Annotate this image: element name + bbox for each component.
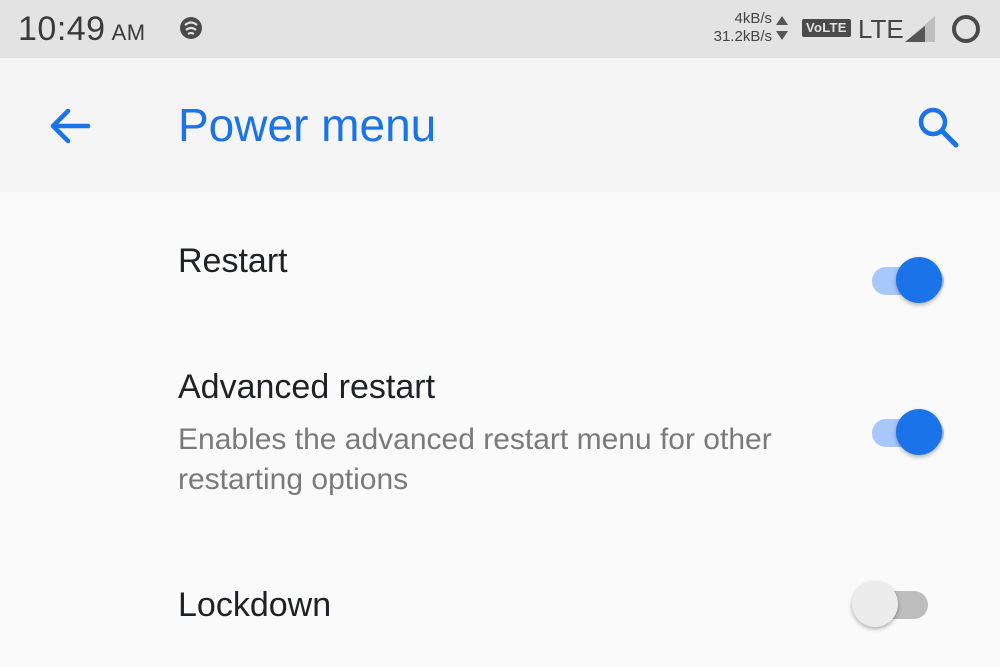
setting-advanced-restart[interactable]: Advanced restart Enables the advanced re… [0,352,1000,512]
toggle-thumb [896,257,942,303]
setting-summary: Enables the advanced restart menu for ot… [178,423,772,496]
setting-title: Lockdown [178,586,332,624]
arrow-back-icon[interactable] [44,102,96,150]
status-time-ampm: AM [111,20,146,45]
advanced-restart-toggle[interactable] [868,407,948,457]
data-activity-icon [776,16,788,40]
setting-title: Advanced restart [178,368,436,406]
status-time-value: 10:49 [18,10,106,48]
app-bar: Power menu [0,58,1000,192]
battery-icon [952,15,980,43]
search-icon[interactable] [912,102,964,152]
status-bar: 10:49 AM 4kB/s 31.2kB/s VoLTE LTE [0,0,1000,58]
page-title: Power menu [178,99,437,151]
toggle-thumb [896,409,942,455]
signal-icon [905,16,935,42]
status-clock: 10:49 AM [18,10,146,49]
toggle-thumb [852,581,898,627]
upload-speed: 4kB/s [734,10,772,27]
network-speed: 4kB/s 31.2kB/s [700,10,772,46]
setting-title: Restart [178,242,288,280]
setting-restart[interactable]: Restart [0,212,1000,312]
download-speed: 31.2kB/s [713,28,772,45]
settings-list: Restart Advanced restart Enables the adv… [0,192,1000,667]
volte-badge: VoLTE [802,19,851,37]
lockdown-toggle[interactable] [852,579,932,629]
setting-lockdown[interactable]: Lockdown [0,562,1000,662]
network-type-label: LTE [858,14,904,44]
restart-toggle[interactable] [868,255,948,305]
app-notification-icon [180,17,202,39]
